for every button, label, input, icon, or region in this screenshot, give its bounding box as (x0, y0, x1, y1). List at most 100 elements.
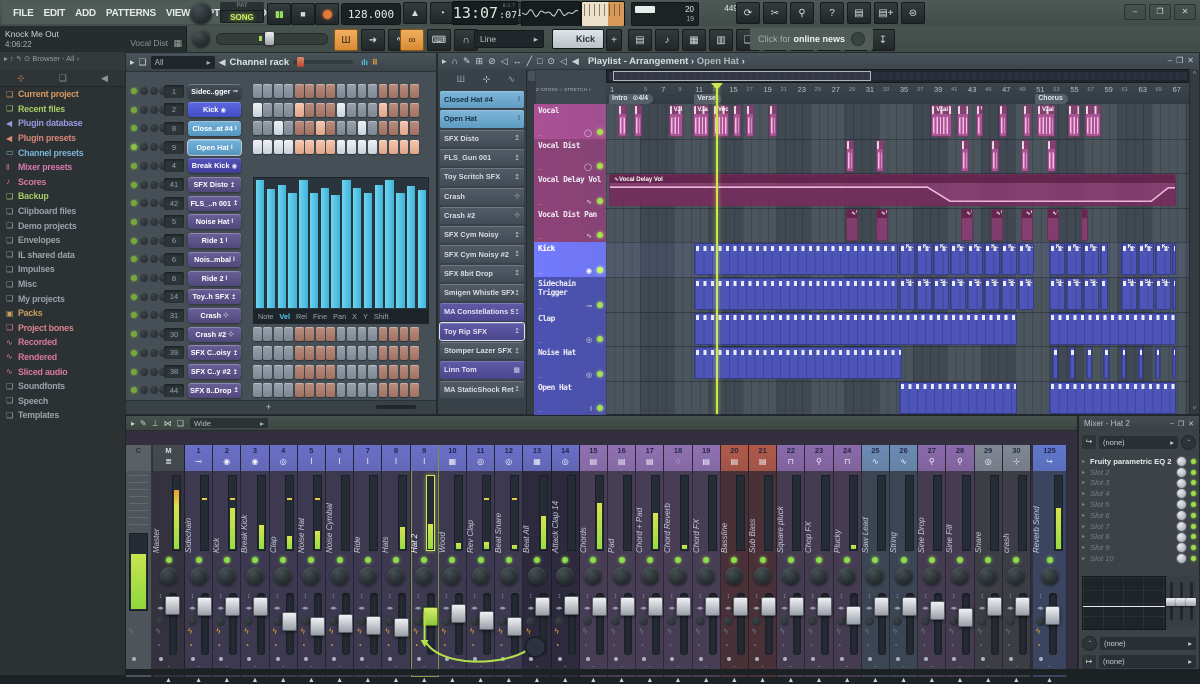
browser-item-misc[interactable]: ❏ Misc (0, 277, 125, 292)
graph-tab-fine[interactable]: Fine (313, 312, 327, 321)
strip-led[interactable] (844, 557, 851, 563)
mixer-track-number[interactable]: 8 (164, 271, 184, 285)
track-header-kick[interactable]: Kick... ◉ (534, 242, 608, 278)
pan-icon[interactable]: ↕ (272, 591, 283, 603)
fx-plug-icon[interactable]: ϟ (808, 627, 812, 636)
strip-knob[interactable] (809, 567, 828, 585)
clock-icon[interactable]: ◔ (216, 641, 221, 650)
fx-plug-icon[interactable]: ϟ (357, 627, 361, 636)
effect-slot-10[interactable]: ▸ Slot 10 (1082, 553, 1196, 565)
fx-plug-icon[interactable]: ϟ (329, 627, 333, 636)
mini-knob[interactable] (921, 617, 931, 626)
step-cell[interactable] (253, 364, 262, 379)
slice-icon[interactable]: ╱ (527, 56, 532, 67)
strip-meter[interactable] (933, 475, 943, 551)
playback-icon[interactable]: ◁ (560, 56, 567, 67)
strip-knob[interactable] (979, 567, 998, 585)
step-cell[interactable] (294, 121, 304, 136)
track-header-sidechain-trigger[interactable]: Sidechain Trigger... ⊸ (534, 277, 606, 313)
step-cell[interactable] (284, 102, 294, 117)
strip-knob[interactable] (443, 567, 462, 585)
mini-knob[interactable] (695, 617, 705, 626)
mini-knob[interactable] (300, 617, 310, 626)
step-cell[interactable] (294, 383, 304, 398)
strip-meter[interactable] (397, 475, 407, 551)
mini-knob[interactable] (441, 617, 451, 626)
menu-arrow-icon[interactable]: ▸ (131, 419, 135, 428)
strip-header[interactable]: 13 ▦ (523, 445, 551, 471)
mute-knob[interactable] (140, 87, 148, 95)
step-cell[interactable] (273, 84, 283, 98)
clock-icon[interactable]: ◔ (1006, 641, 1011, 650)
clip-V..al[interactable]: V..al (692, 105, 709, 137)
mixer-track-number[interactable]: 31 (164, 308, 184, 322)
step-cell[interactable] (410, 102, 419, 117)
strip-header[interactable]: 7I (354, 445, 382, 471)
mixer-strip-crash[interactable]: 30⊹crash↕◂▸ϟ◔ˆ▲ (1002, 445, 1031, 684)
strip-header[interactable]: 9I (410, 445, 438, 471)
strip-header[interactable]: 17 ▤ (636, 445, 664, 471)
mute-knob[interactable] (140, 124, 148, 133)
strip-meter[interactable] (876, 475, 886, 551)
strip-led[interactable] (985, 557, 992, 563)
step-cell[interactable] (315, 327, 325, 342)
strip-header[interactable]: 1 ⊸ (185, 445, 213, 471)
mixer-strip-chord-fx[interactable]: 19▤Chord FX↕◂▸ϟ◔ˆ▲ (692, 445, 721, 684)
step-cell[interactable] (389, 345, 398, 360)
mini-knob[interactable] (667, 617, 677, 626)
clock-icon[interactable]: ◔ (837, 641, 842, 650)
channel-button[interactable]: FLS_..n 001 ↥ (188, 195, 241, 211)
clip-Si..[interactable]: Si.. (1154, 278, 1171, 310)
fader-handle[interactable] (309, 617, 325, 637)
detached-icon[interactable]: ⊥ (152, 419, 159, 428)
channel-button[interactable]: Close..at #4 I (188, 120, 241, 136)
step-cell[interactable] (315, 383, 325, 398)
clip-Si..[interactable]: Si.. (1065, 278, 1082, 310)
input-clock-icon[interactable]: ◔ (1181, 434, 1196, 450)
mixer-strip-string[interactable]: 26∿String↕◂▸ϟ◔ˆ▲ (889, 445, 919, 684)
magnet-snap-icon[interactable]: ∩ (452, 56, 458, 67)
fader-handle[interactable] (479, 611, 494, 631)
strip-header[interactable]: 16 ▤ (608, 445, 636, 471)
strip-led[interactable] (505, 557, 512, 563)
step-cell[interactable] (378, 84, 388, 98)
strip-header[interactable]: 25 ∿ (861, 445, 889, 471)
fx-plug-icon[interactable]: ϟ (414, 627, 418, 636)
step-cell[interactable] (389, 102, 398, 117)
fader-handle[interactable] (958, 607, 974, 627)
step-cell[interactable] (305, 140, 315, 155)
strip-header[interactable]: 6I (326, 445, 354, 471)
mute-knob[interactable] (140, 161, 148, 170)
fx-plug-icon[interactable]: ϟ (696, 627, 700, 636)
step-cell[interactable] (399, 102, 409, 117)
clock-icon[interactable]: ◔ (470, 641, 475, 650)
step-cell[interactable] (368, 121, 377, 136)
mixer-strip-attack-clap-14[interactable]: 14◎Attack Clap 14↕◂▸ϟ◔ˆ▲ (551, 445, 580, 684)
grid-row-vocal-dist[interactable] (606, 139, 1190, 175)
next-empty-pattern-icon[interactable]: ➜ (361, 29, 385, 51)
playlist-navigator[interactable] (606, 69, 1190, 83)
step-sequencer[interactable] (253, 102, 419, 117)
clip-segment[interactable] (1120, 347, 1127, 380)
fader-handle[interactable] (1014, 597, 1030, 617)
piano-roll-icon[interactable]: ♪ (655, 29, 679, 51)
fader-handle[interactable] (450, 604, 466, 624)
route-arrow-icon[interactable]: ▲ (834, 677, 861, 684)
track-header-noise-hat[interactable]: Noise Hat... ◎ (534, 346, 606, 382)
strip-header[interactable]: 24 ⊓ (833, 445, 861, 471)
strip-meter[interactable] (172, 475, 181, 551)
fader-handle[interactable] (281, 611, 297, 631)
close-button[interactable]: ✕ (1188, 420, 1194, 428)
effect-slot-1[interactable]: ▸ Fruity parametric EQ 2 (1082, 455, 1196, 467)
strip-knob[interactable] (725, 567, 744, 585)
clip-segment[interactable] (1067, 105, 1081, 137)
step-cell[interactable] (305, 383, 315, 398)
route-arrow-icon[interactable]: ▲ (693, 677, 720, 684)
pan-icon[interactable]: ↕ (384, 591, 395, 603)
strip-meter[interactable] (200, 475, 210, 551)
step-cell[interactable] (357, 102, 367, 117)
clip-K..[interactable]: K.. (932, 243, 949, 276)
step-cell[interactable] (399, 121, 409, 136)
mini-knob[interactable] (329, 617, 338, 626)
add-pattern-button[interactable]: + (606, 29, 622, 51)
